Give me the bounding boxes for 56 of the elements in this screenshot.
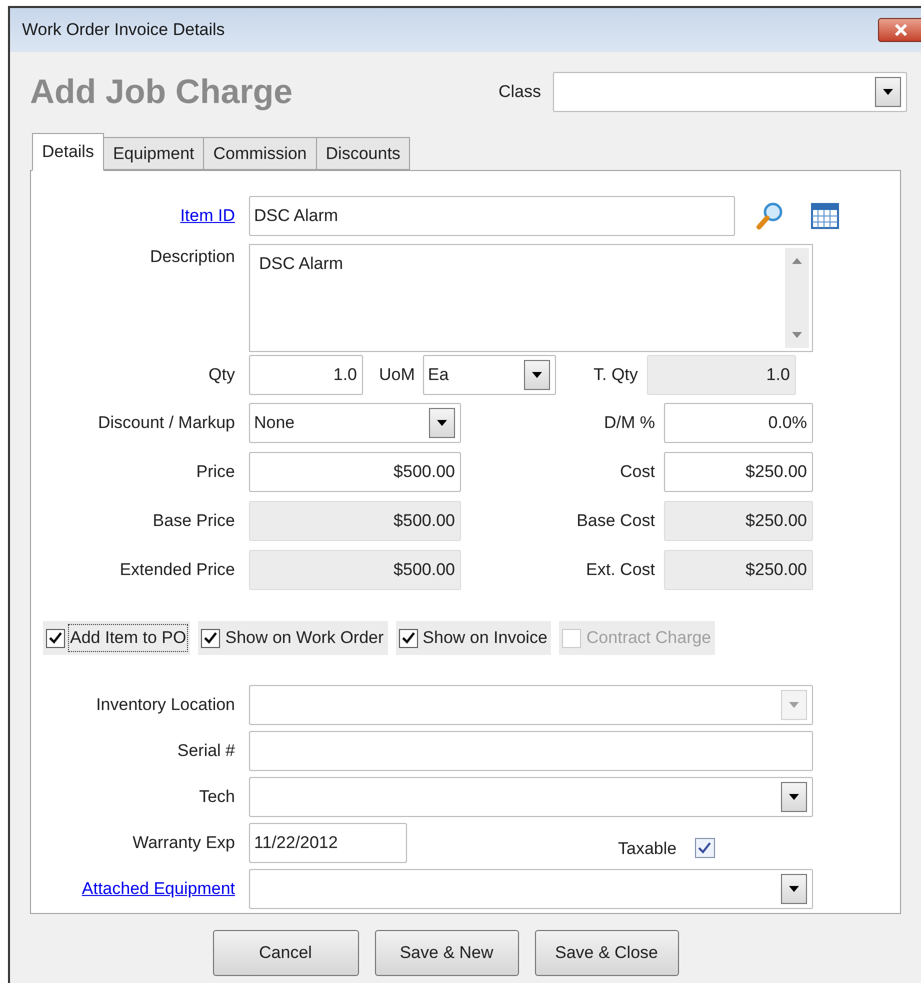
- field-label: Serial #: [177, 740, 235, 762]
- checkbox-option[interactable]: Add Item to PO: [43, 621, 190, 655]
- checkbox-option[interactable]: Show on Work Order: [198, 621, 388, 655]
- input-field[interactable]: $500.00: [249, 452, 461, 492]
- field-label: T. Qty: [592, 364, 638, 386]
- close-button[interactable]: [878, 18, 921, 42]
- field-label: Inventory Location: [96, 694, 235, 716]
- field-label: D/M %: [604, 412, 655, 434]
- dropdown-field[interactable]: [249, 869, 813, 909]
- scroll-up-arrow-icon[interactable]: [792, 258, 802, 264]
- search-icon[interactable]: [755, 201, 785, 231]
- input-field[interactable]: 0.0%: [664, 402, 813, 442]
- tab[interactable]: Equipment: [102, 137, 204, 170]
- input-field[interactable]: 1.0: [249, 354, 363, 394]
- field-label: Warranty Exp: [132, 832, 235, 854]
- input-field[interactable]: 11/22/2012: [249, 823, 407, 863]
- field-label: Tech: [199, 786, 235, 808]
- field-label: Extended Price: [120, 558, 235, 581]
- scroll-down-arrow-icon[interactable]: [792, 332, 802, 338]
- field-label: Base Price: [152, 510, 235, 532]
- field-label: UoM: [379, 364, 415, 386]
- input-field[interactable]: DSC Alarm: [249, 196, 735, 236]
- window-title: Work Order Invoice Details: [22, 19, 226, 42]
- close-icon: [894, 24, 908, 36]
- tab[interactable]: Discounts: [316, 137, 410, 170]
- checkbox[interactable]: [694, 838, 715, 858]
- dialog-button[interactable]: Cancel: [212, 930, 358, 976]
- field-label: Cost: [620, 460, 655, 483]
- dropdown-field[interactable]: [553, 72, 907, 112]
- checkbox[interactable]: [46, 628, 65, 648]
- tab[interactable]: Commission: [203, 137, 317, 170]
- checkbox-option[interactable]: Show on Invoice: [396, 621, 552, 655]
- link[interactable]: Attached Equipment: [82, 876, 235, 902]
- field-label: Class: [498, 81, 542, 104]
- dropdown-field[interactable]: None: [249, 402, 461, 442]
- field-label: Ext. Cost: [586, 558, 655, 581]
- field-label: Description: [150, 246, 235, 268]
- description-textarea[interactable]: DSC Alarm: [249, 244, 813, 352]
- field-label: Base Cost: [576, 510, 655, 532]
- scrollbar[interactable]: [785, 248, 809, 348]
- field-label: Taxable: [618, 838, 677, 860]
- field-label: Discount / Markup: [98, 412, 235, 434]
- page-heading: Add Job Charge: [30, 72, 294, 112]
- input-field[interactable]: $250.00: [664, 452, 813, 492]
- dialog-button[interactable]: Save & Close: [534, 930, 678, 976]
- checkbox[interactable]: [201, 628, 220, 648]
- field-label: Qty: [208, 364, 235, 386]
- tab[interactable]: Details: [32, 133, 104, 171]
- dropdown-field[interactable]: Ea: [422, 354, 556, 394]
- checkbox[interactable]: [398, 628, 418, 648]
- dropdown-field[interactable]: [249, 777, 813, 817]
- calendar-icon[interactable]: [811, 203, 839, 229]
- input-field[interactable]: [249, 731, 813, 771]
- dialog-button[interactable]: Save & New: [374, 930, 518, 976]
- field-label: Price: [196, 460, 235, 483]
- link[interactable]: Item ID: [180, 203, 235, 229]
